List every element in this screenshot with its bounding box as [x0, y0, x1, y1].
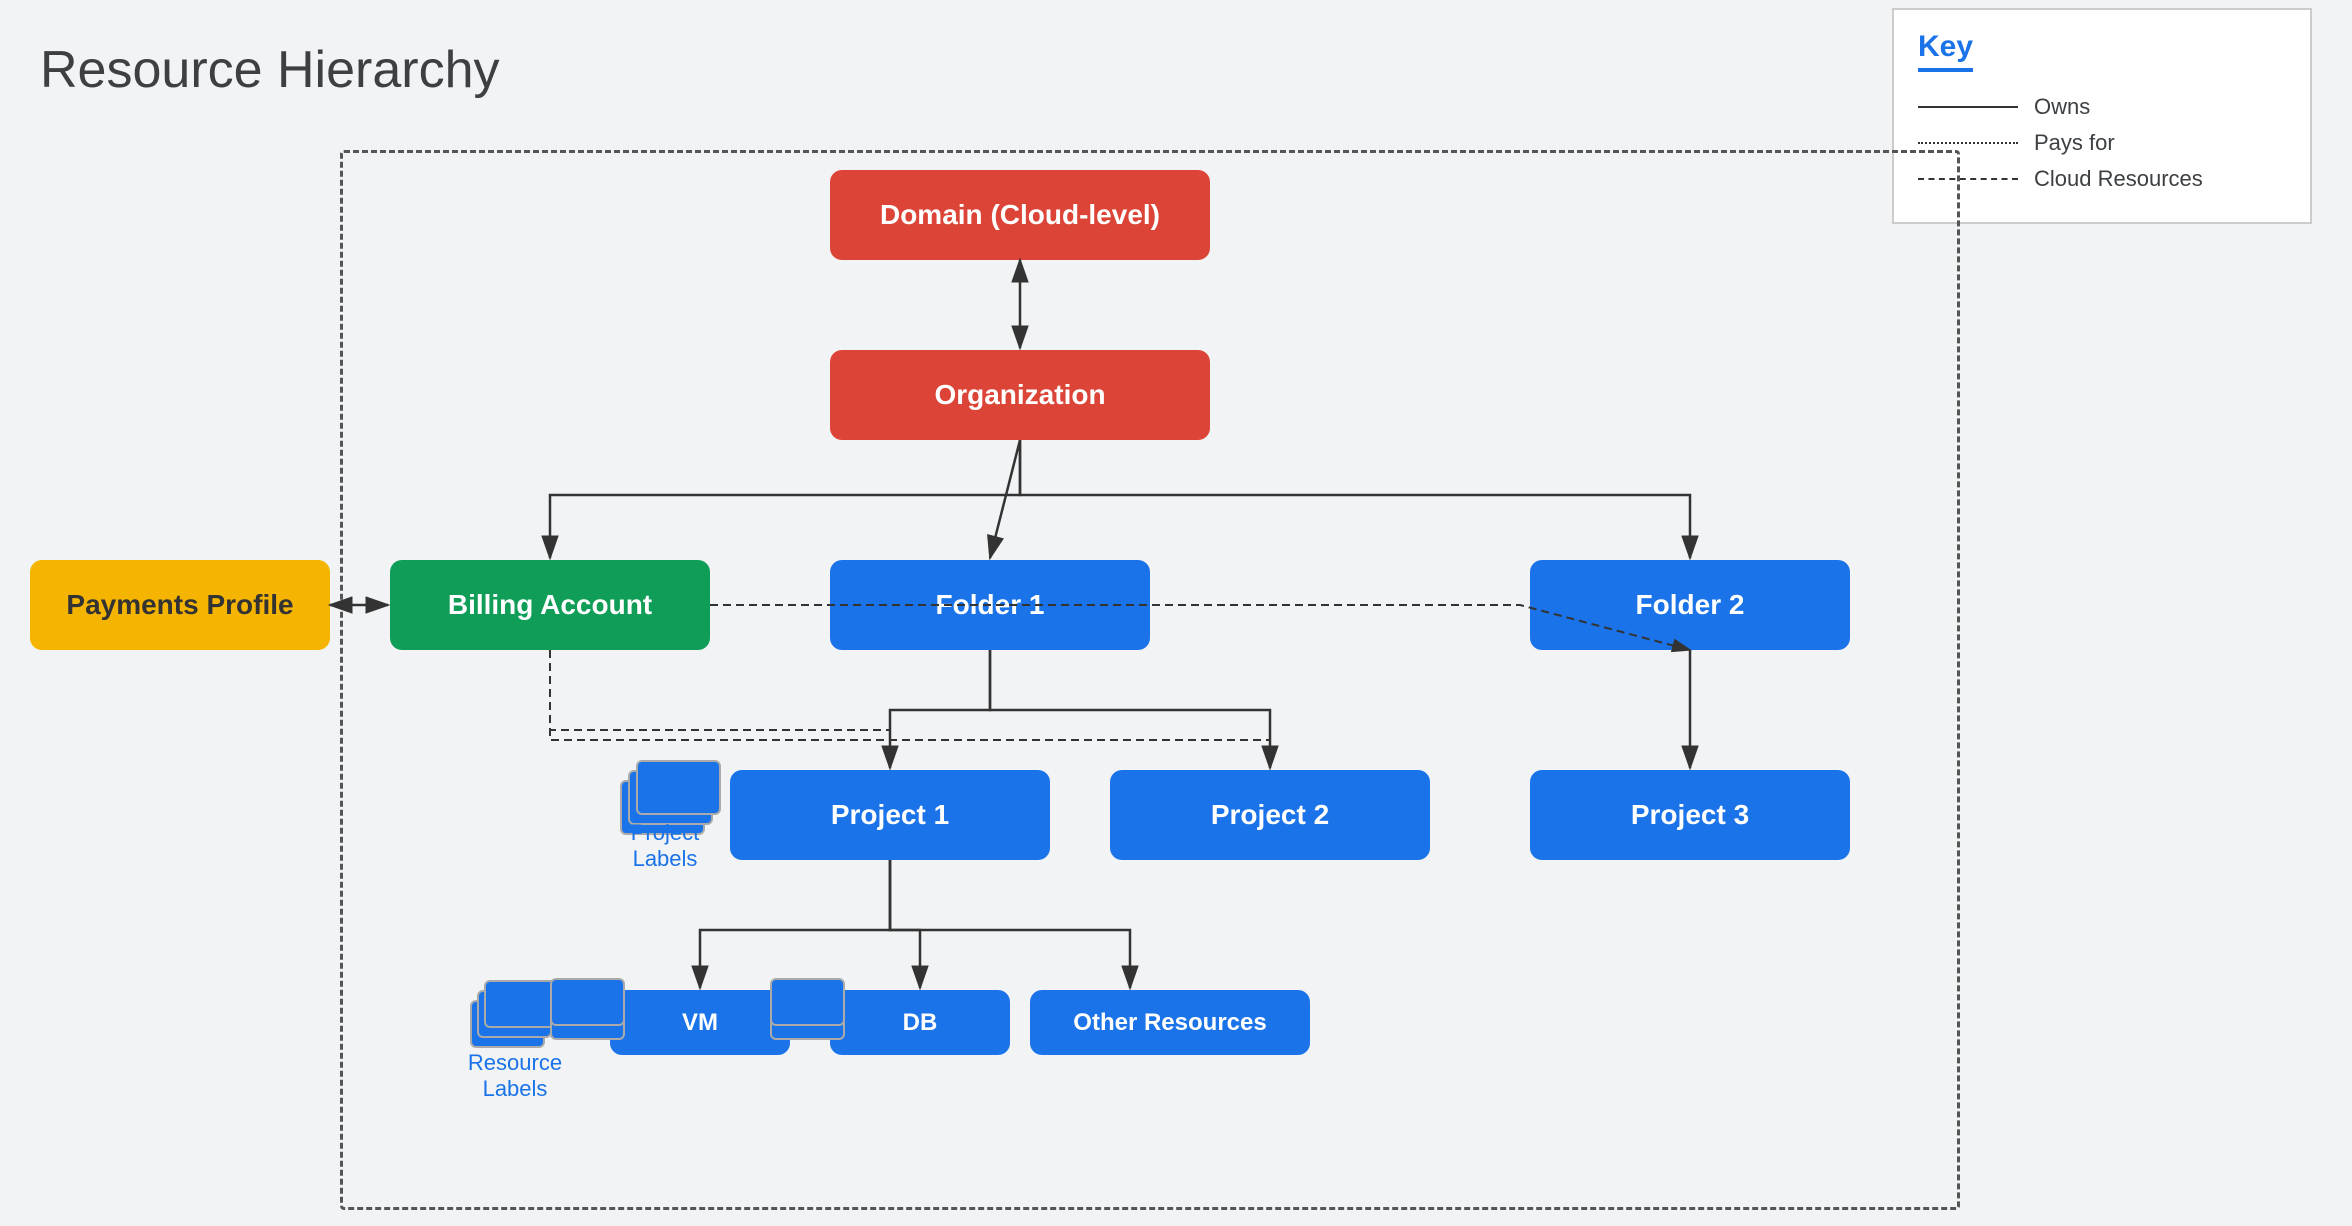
project-labels-label: Project Labels: [610, 820, 720, 872]
key-title: Key: [1918, 30, 1973, 72]
other-resources-node: Other Resources: [1030, 990, 1310, 1055]
vm-node: VM: [610, 990, 790, 1055]
resource-labels-label: Resource Labels: [460, 1050, 570, 1102]
organization-node: Organization: [830, 350, 1210, 440]
billing-account-node: Billing Account: [390, 560, 710, 650]
db-node: DB: [830, 990, 1010, 1055]
key-item-owns: Owns: [1918, 94, 2286, 120]
project3-node: Project 3: [1530, 770, 1850, 860]
folder2-node: Folder 2: [1530, 560, 1850, 650]
domain-node: Domain (Cloud-level): [830, 170, 1210, 260]
project1-node: Project 1: [730, 770, 1050, 860]
payments-profile-node: Payments Profile: [30, 560, 330, 650]
folder1-node: Folder 1: [830, 560, 1150, 650]
project2-node: Project 2: [1110, 770, 1430, 860]
page-title: Resource Hierarchy: [40, 40, 500, 100]
diagram: Domain (Cloud-level) Organization Billin…: [30, 120, 2322, 1206]
